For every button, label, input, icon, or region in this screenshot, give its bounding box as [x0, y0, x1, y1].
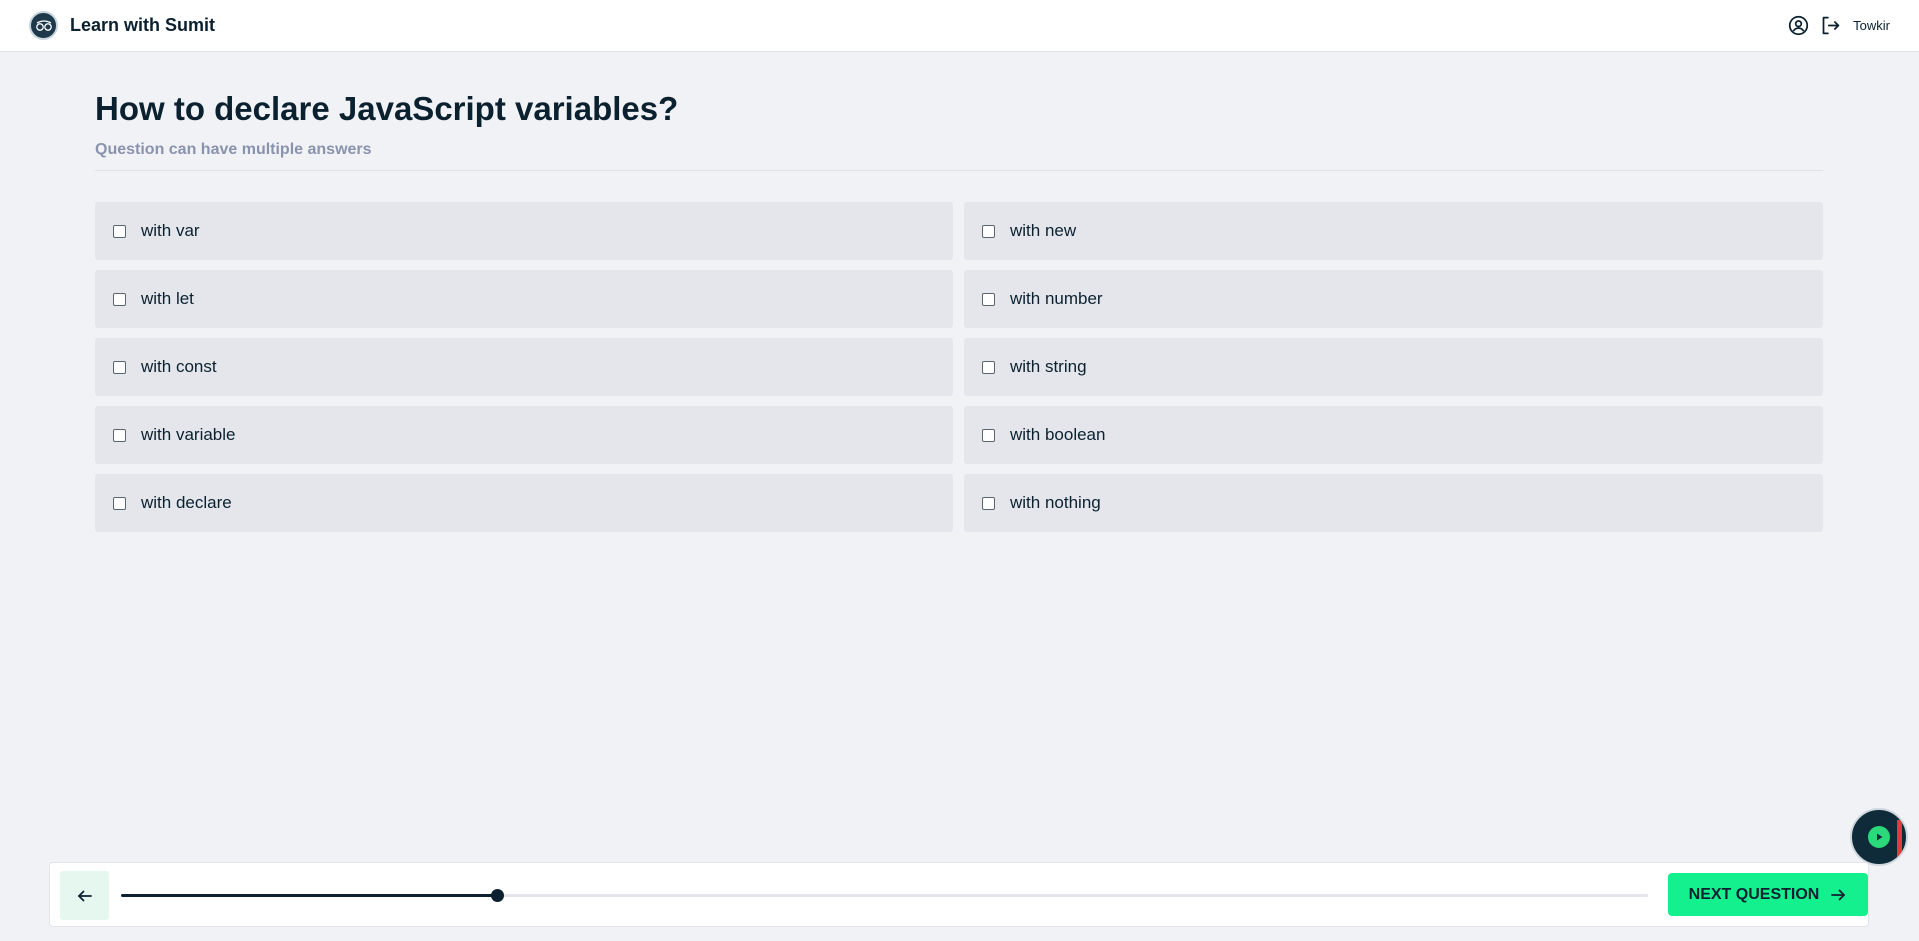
quiz-footer: NEXT QUESTION — [49, 862, 1869, 927]
checkbox[interactable] — [113, 224, 126, 238]
top-navbar: Learn with Sumit Towkir — [0, 0, 1919, 52]
user-name[interactable]: Towkir — [1853, 18, 1890, 33]
checkbox[interactable] — [982, 360, 995, 374]
arrow-left-icon — [77, 890, 92, 901]
question-title: How to declare JavaScript variables? — [95, 90, 679, 127]
checkbox[interactable] — [982, 496, 995, 510]
option-label: with declare — [141, 493, 232, 512]
answer-option[interactable]: with new — [964, 202, 1823, 260]
back-button[interactable] — [60, 871, 109, 920]
progress-thumb[interactable] — [490, 889, 504, 902]
floating-media-button[interactable] — [1850, 808, 1908, 866]
answer-options: with var with new with let with number w… — [95, 202, 1823, 532]
answer-option[interactable]: with declare — [95, 474, 953, 532]
progress-fill — [121, 894, 497, 897]
checkbox[interactable] — [982, 224, 995, 238]
next-question-button[interactable]: NEXT QUESTION — [1668, 873, 1868, 916]
option-label: with variable — [141, 425, 236, 444]
option-label: with const — [141, 357, 217, 376]
nav-right: Towkir — [1787, 15, 1890, 37]
answer-option[interactable]: with const — [95, 338, 953, 396]
play-icon — [1868, 826, 1890, 848]
option-label: with new — [1010, 221, 1077, 240]
answer-option[interactable]: with number — [964, 270, 1823, 328]
logout-icon[interactable] — [1819, 15, 1841, 37]
answer-option[interactable]: with variable — [95, 406, 953, 464]
option-label: with let — [141, 289, 194, 308]
brand-name: Learn with Sumit — [70, 15, 216, 35]
arrow-right-icon — [1831, 889, 1846, 900]
question-subtitle: Question can have multiple answers — [95, 141, 372, 158]
divider — [95, 170, 1823, 171]
checkbox[interactable] — [113, 360, 126, 374]
logo-icon — [29, 11, 58, 40]
checkbox[interactable] — [982, 292, 995, 306]
option-label: with nothing — [1010, 493, 1101, 512]
option-label: with string — [1010, 357, 1087, 376]
option-label: with boolean — [1010, 425, 1106, 444]
checkbox[interactable] — [113, 496, 126, 510]
recording-indicator — [1897, 820, 1902, 858]
answer-option[interactable]: with nothing — [964, 474, 1823, 532]
answer-option[interactable]: with string — [964, 338, 1823, 396]
answer-option[interactable]: with var — [95, 202, 953, 260]
progress-track[interactable] — [121, 889, 1648, 902]
option-label: with var — [141, 221, 200, 240]
checkbox[interactable] — [982, 428, 995, 442]
option-label: with number — [1010, 289, 1103, 308]
answer-option[interactable]: with let — [95, 270, 953, 328]
checkbox[interactable] — [113, 428, 126, 442]
answer-option[interactable]: with boolean — [964, 406, 1823, 464]
user-circle-icon[interactable] — [1787, 15, 1809, 37]
checkbox[interactable] — [113, 292, 126, 306]
quiz-area: How to declare JavaScript variables? Que… — [95, 52, 1823, 532]
brand[interactable]: Learn with Sumit — [29, 11, 215, 40]
next-question-label: NEXT QUESTION — [1688, 885, 1820, 903]
